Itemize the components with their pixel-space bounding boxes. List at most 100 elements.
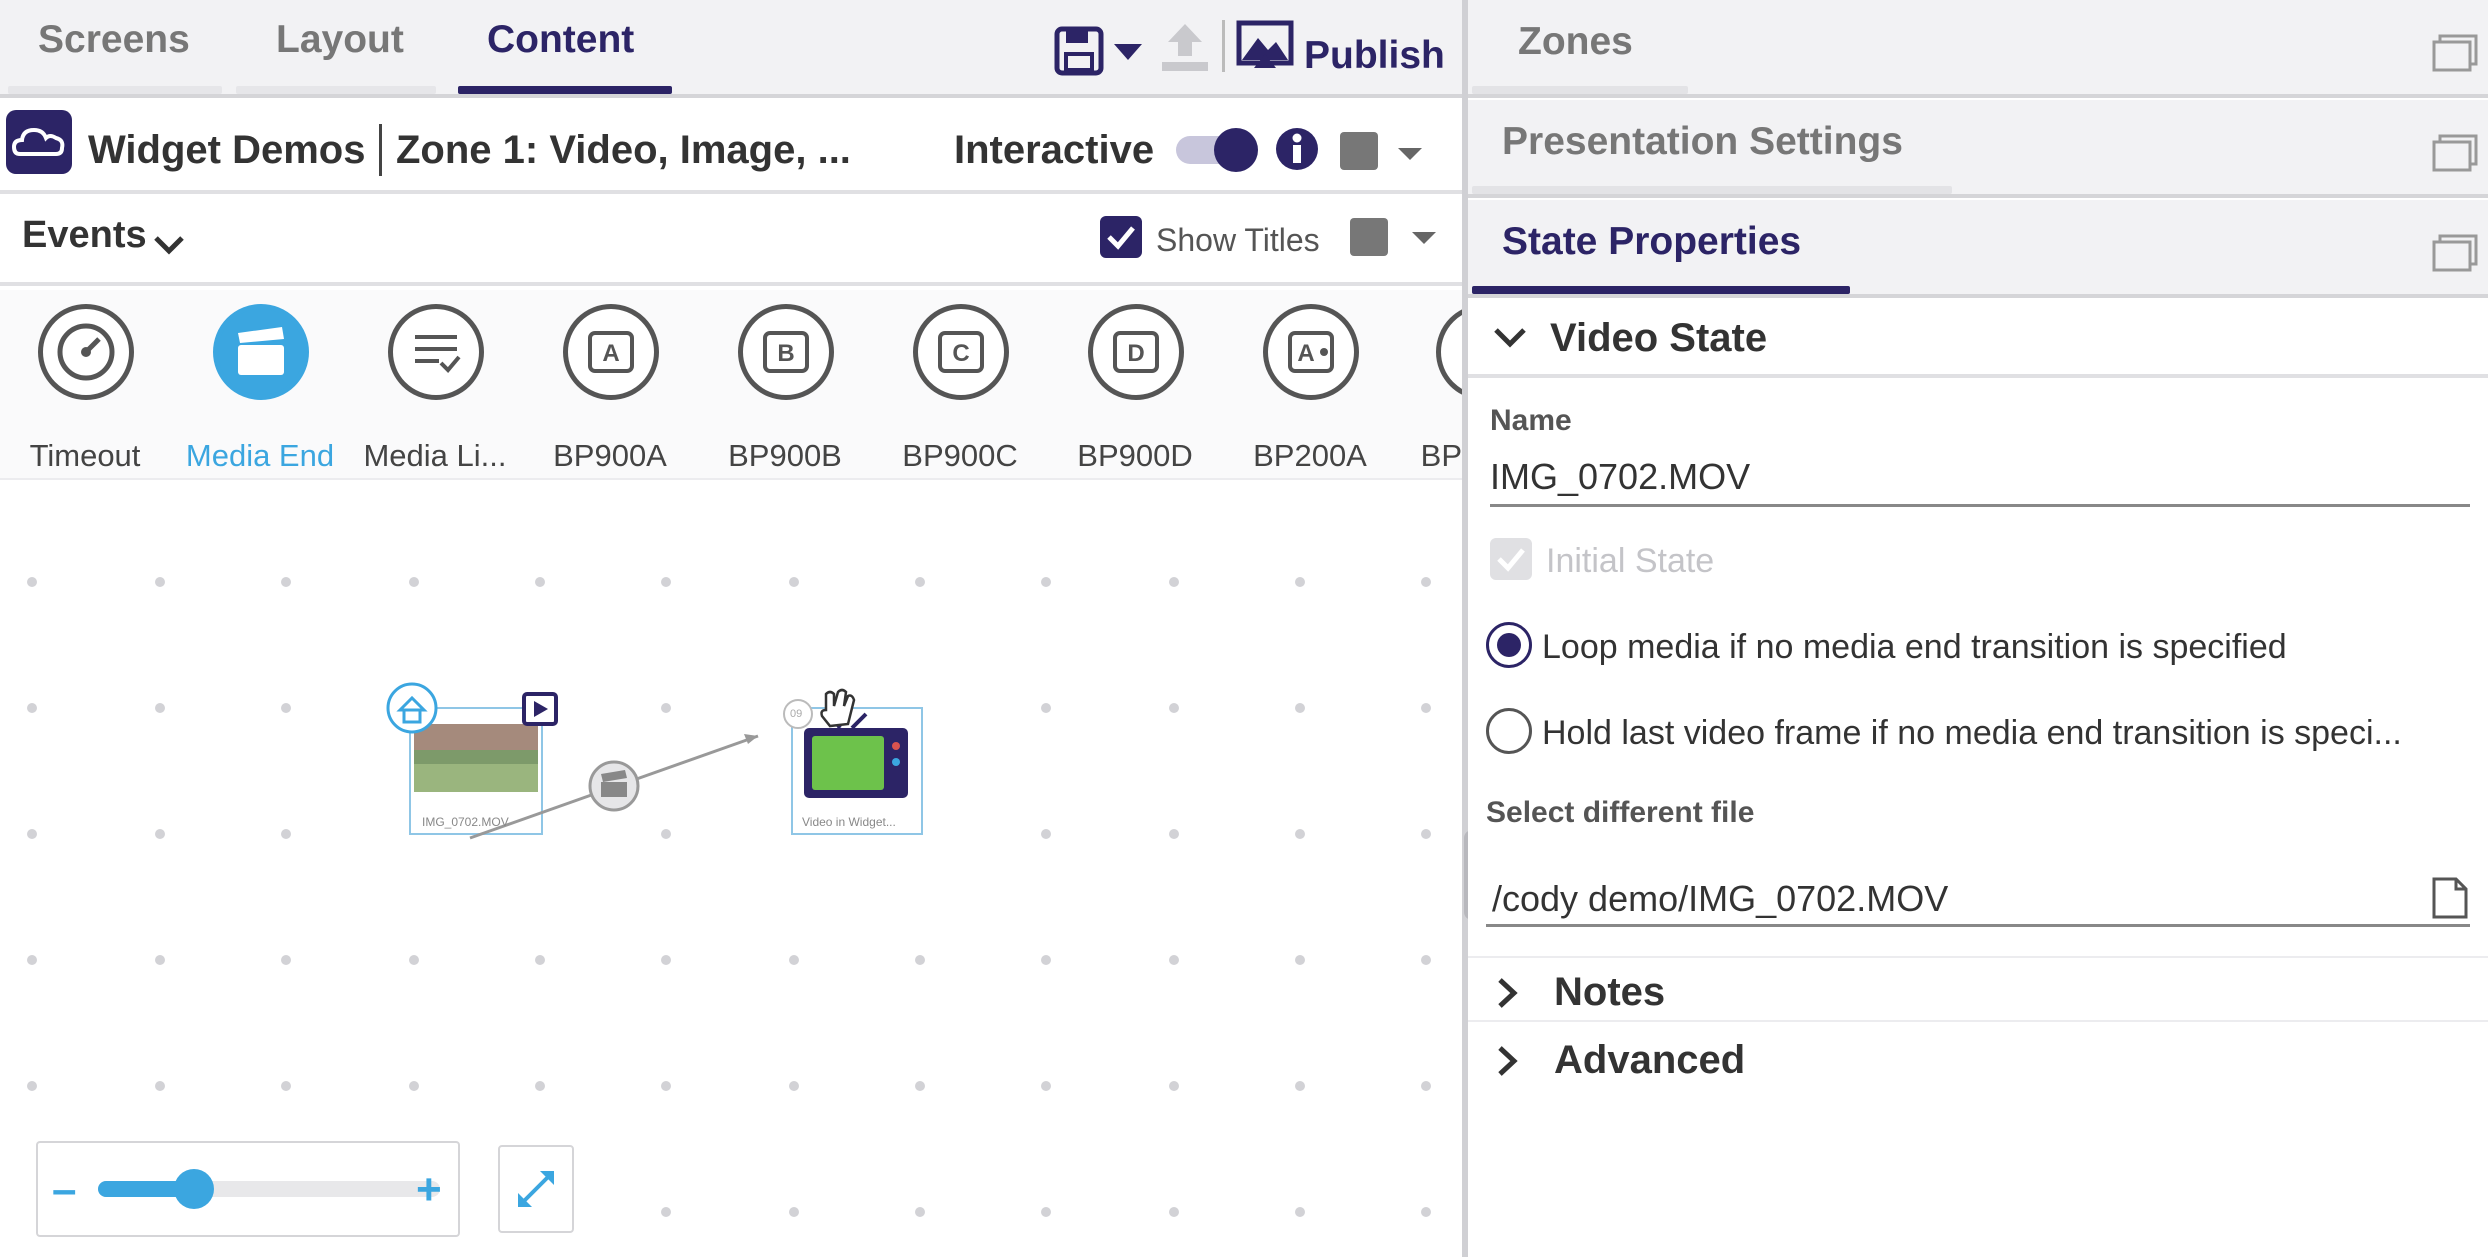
zoom-in-button[interactable]: + — [416, 1165, 442, 1215]
tab-screens[interactable]: Screens — [38, 18, 190, 62]
expand-icon — [518, 1171, 554, 1207]
hold-last-frame-option[interactable]: Hold last video frame if no media end tr… — [1468, 708, 2488, 758]
toolbar-separator — [1222, 20, 1225, 72]
main-tab-bar: Screens Layout Content Publish — [0, 0, 1462, 98]
bp-a-icon: A — [563, 304, 659, 400]
chevron-right-icon — [1498, 978, 1518, 1008]
presentation-settings-underline — [1472, 186, 1952, 194]
bp-c-icon: C — [913, 304, 1009, 400]
palette-label: Media End — [185, 438, 335, 473]
loop-media-radio[interactable] — [1486, 622, 1532, 668]
palette-label: BP900D — [1077, 438, 1193, 473]
zone-color-swatch[interactable] — [1340, 132, 1378, 170]
video-type-icon — [522, 692, 558, 726]
zones-panel-title: Zones — [1518, 20, 1633, 63]
palette-label: Media Li... — [363, 438, 507, 473]
state1-caption: IMG_0702.MOV — [422, 815, 509, 829]
loop-media-option[interactable]: Loop media if no media end transition is… — [1468, 622, 2488, 672]
palette-item-bp900b[interactable]: B BP900B — [700, 304, 870, 474]
zoom-control: – + — [36, 1141, 460, 1237]
loop-media-label: Loop media if no media end transition is… — [1542, 628, 2287, 666]
tab-layout[interactable]: Layout — [276, 18, 404, 62]
bp-d-icon: D — [1088, 304, 1184, 400]
advanced-title: Advanced — [1554, 1038, 1746, 1082]
tab-content[interactable]: Content — [487, 18, 634, 62]
state2-badge-number: 09 — [790, 708, 803, 720]
palette-item-bp200a[interactable]: A BP200A — [1225, 304, 1395, 474]
hold-last-frame-label: Hold last video frame if no media end tr… — [1542, 714, 2402, 752]
save-icon[interactable] — [1054, 26, 1106, 76]
timer-icon — [38, 304, 134, 400]
media-end-transition-icon[interactable] — [588, 760, 640, 812]
chevron-down-icon[interactable] — [152, 234, 186, 256]
interactive-toggle[interactable] — [1214, 128, 1258, 172]
hold-last-frame-radio[interactable] — [1486, 708, 1532, 754]
hand-cursor-icon — [820, 688, 856, 728]
editor-pane: Screens Layout Content Publish Widget De… — [0, 0, 1462, 1257]
palette-label: BP900A — [553, 438, 667, 473]
zone-title[interactable]: Zone 1: Video, Image, ... — [396, 128, 851, 173]
initial-state-home-icon — [386, 682, 438, 734]
select-file-label: Select different file — [1486, 796, 1755, 829]
zoom-out-button[interactable]: – — [52, 1165, 76, 1215]
maximize-panel-icon[interactable] — [2432, 134, 2478, 172]
palette-item-timeout[interactable]: Timeout — [0, 304, 170, 474]
name-field-underline — [1490, 504, 2470, 507]
media-list-icon — [388, 304, 484, 400]
name-field[interactable]: IMG_0702.MOV — [1490, 456, 1750, 498]
svg-text:A: A — [1297, 340, 1314, 367]
checkmark-icon — [1497, 548, 1525, 572]
zones-panel-header[interactable]: Zones — [1468, 0, 2488, 98]
video-state-title: Video State — [1550, 316, 1768, 360]
chevron-right-icon — [1498, 1046, 1518, 1076]
state-properties-header[interactable]: State Properties — [1468, 200, 2488, 298]
presentation-settings-title: Presentation Settings — [1502, 120, 1903, 163]
initial-state-checkbox — [1490, 538, 1532, 580]
name-field-label: Name — [1490, 404, 1572, 437]
maximize-panel-icon[interactable] — [2432, 234, 2478, 272]
events-dropdown-label[interactable]: Events — [22, 214, 147, 257]
advanced-section-header[interactable]: Advanced — [1468, 1026, 2488, 1092]
tab-layout-underline — [236, 86, 436, 94]
events-bar: Events Show Titles — [0, 196, 1462, 286]
palette-item-bp900d[interactable]: D BP900D — [1050, 304, 1220, 474]
bp-b-icon: B — [738, 304, 834, 400]
palette-item-bp900a[interactable]: A BP900A — [525, 304, 695, 474]
tab-screens-underline — [8, 86, 222, 94]
presentation-settings-header[interactable]: Presentation Settings — [1468, 100, 2488, 198]
file-browse-icon[interactable] — [2430, 876, 2470, 920]
state-properties-underline — [1472, 286, 1850, 294]
publish-icon[interactable] — [1236, 20, 1294, 72]
palette-item-media-end[interactable]: Media End — [175, 304, 345, 474]
maximize-panel-icon[interactable] — [2432, 34, 2478, 72]
svg-text:C: C — [952, 340, 969, 367]
show-titles-checkbox[interactable] — [1100, 216, 1142, 258]
state2-caption: Video in Widget... — [802, 815, 896, 829]
video-state-section-header[interactable]: Video State — [1468, 298, 2488, 378]
palette-label: BP900B — [728, 438, 842, 473]
title-separator — [379, 124, 382, 176]
palette-item-media-list[interactable]: Media Li... — [350, 304, 520, 474]
chevron-down-icon[interactable] — [1396, 146, 1424, 162]
events-color-swatch[interactable] — [1350, 218, 1388, 256]
file-path-field[interactable]: /cody demo/IMG_0702.MOV — [1492, 878, 1948, 920]
chevron-down-icon[interactable] — [1410, 230, 1438, 246]
show-titles-label: Show Titles — [1156, 222, 1320, 258]
svg-text:A: A — [602, 340, 619, 367]
state-properties-title: State Properties — [1502, 220, 1802, 263]
fit-to-screen-button[interactable] — [498, 1145, 574, 1233]
info-icon[interactable] — [1274, 126, 1320, 172]
presentation-title: Widget Demos — [88, 128, 366, 172]
palette-label: BP — [1420, 438, 1462, 473]
event-palette: Timeout Media End Media Li... A BP900A B… — [0, 290, 1462, 480]
save-dropdown-icon[interactable] — [1112, 42, 1144, 62]
notes-section-header[interactable]: Notes — [1468, 956, 2488, 1022]
bp-icon — [1436, 304, 1462, 400]
publish-button[interactable]: Publish — [1304, 34, 1445, 78]
upload-icon[interactable] — [1158, 22, 1212, 74]
zoom-slider-handle[interactable] — [174, 1169, 214, 1209]
palette-label: BP200A — [1253, 438, 1367, 473]
palette-item-bp-partial[interactable]: BP — [1378, 304, 1462, 474]
palette-item-bp900c[interactable]: C BP900C — [875, 304, 1045, 474]
palette-label: BP900C — [902, 438, 1018, 473]
